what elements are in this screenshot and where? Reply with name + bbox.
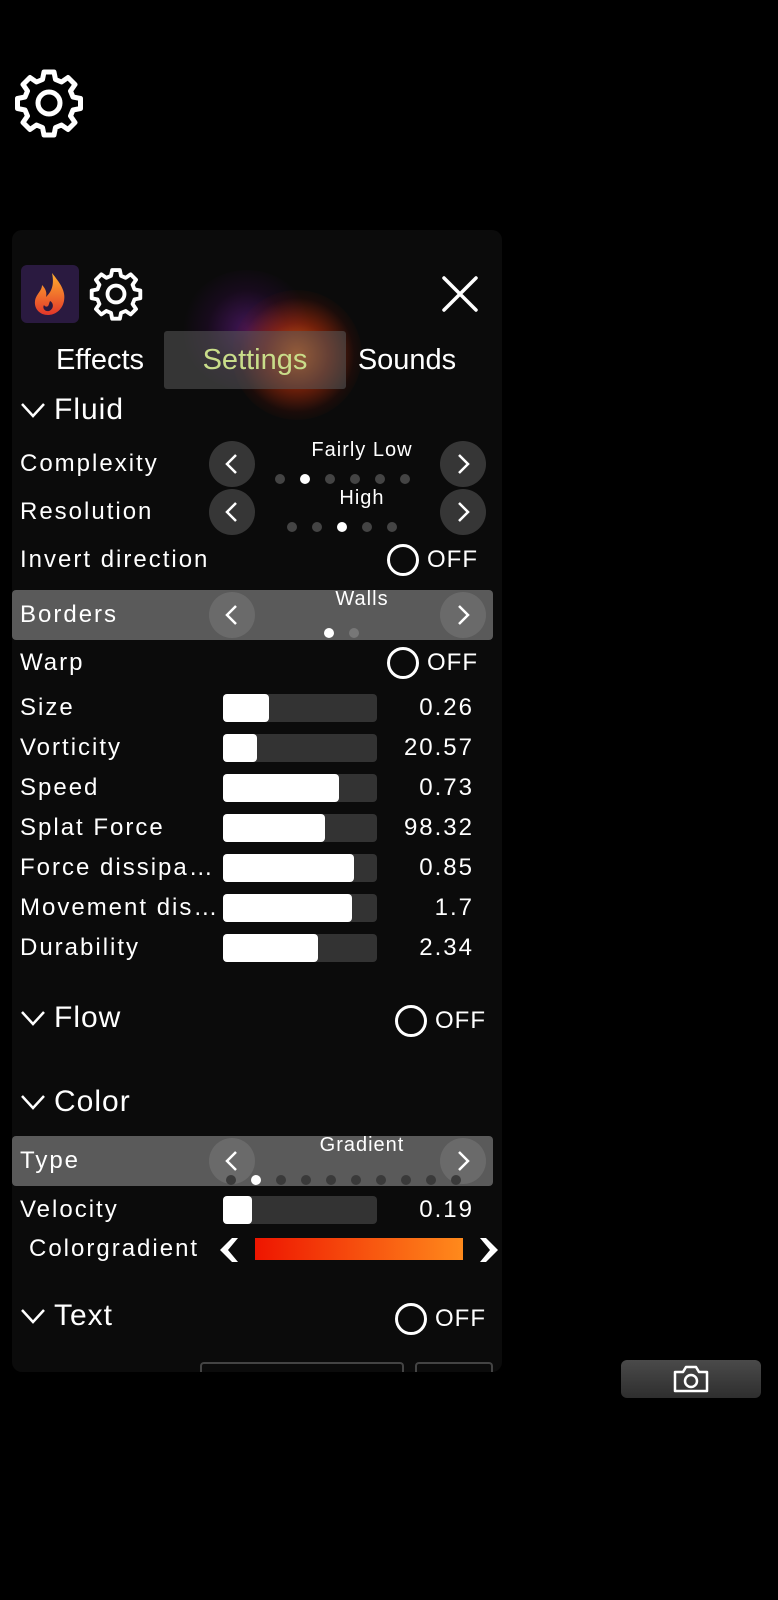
chevron-down-icon [21, 1095, 45, 1110]
velocity-value: 0.19 [419, 1196, 474, 1223]
complexity-label: Complexity [20, 450, 159, 477]
chevron-down-icon [21, 1309, 45, 1324]
velocity-fill [223, 1196, 253, 1224]
resolution-prev-button[interactable] [209, 489, 255, 535]
borders-next-button[interactable] [440, 592, 486, 638]
slider-fill [223, 774, 339, 802]
resolution-next-button[interactable] [440, 489, 486, 535]
resolution-dots [287, 522, 397, 532]
section-color-title: Color [54, 1085, 131, 1118]
section-text-header[interactable]: Text [20, 1296, 113, 1336]
complexity-value: Fairly Low [311, 439, 413, 461]
slider-value: 2.34 [419, 934, 474, 961]
borders-label: Borders [20, 601, 119, 628]
text-button-stub[interactable] [415, 1362, 493, 1372]
chevron-left-icon [225, 454, 237, 474]
toggle-ring-icon [395, 1005, 427, 1037]
chevron-down-icon [21, 1011, 45, 1026]
tab-sounds[interactable]: Sounds [347, 331, 467, 389]
slider-fill [223, 734, 257, 762]
section-text-title: Text [54, 1299, 114, 1332]
flow-state: OFF [435, 1007, 486, 1034]
toggle-ring-icon [395, 1303, 427, 1335]
camera-icon [673, 1365, 709, 1393]
complexity-row: Complexity Fairly Low [12, 439, 502, 487]
complexity-next-button[interactable] [440, 441, 486, 487]
settings-panel: Effects Settings Sounds Fluid Complexity… [12, 230, 502, 1372]
gradient-next-icon[interactable] [476, 1236, 502, 1264]
section-flow-title: Flow [54, 1001, 122, 1034]
resolution-row: Resolution High [12, 487, 502, 535]
invert-direction-state: OFF [427, 546, 478, 573]
chevron-right-icon [458, 1151, 470, 1171]
slider-track[interactable] [223, 854, 377, 882]
warp-toggle[interactable]: OFF [387, 647, 478, 679]
slider-track[interactable] [223, 774, 377, 802]
section-fluid-header[interactable]: Fluid [20, 390, 124, 430]
colorgradient-label: Colorgradient [29, 1235, 200, 1262]
borders-row: Borders Walls [12, 588, 493, 640]
slider-track[interactable] [223, 694, 377, 722]
color-gradient-bar[interactable] [255, 1238, 463, 1260]
toggle-ring-icon [387, 544, 419, 576]
color-type-dots [226, 1175, 461, 1185]
tab-settings[interactable]: Settings [164, 331, 346, 389]
tab-effects[interactable]: Effects [40, 331, 160, 389]
toggle-ring-icon [387, 647, 419, 679]
chevron-right-icon [458, 605, 470, 625]
slider-label: Durability [20, 934, 141, 961]
chevron-left-icon [225, 502, 237, 522]
complexity-prev-button[interactable] [209, 441, 255, 487]
chevron-left-icon [225, 605, 237, 625]
complexity-dots [275, 474, 410, 484]
invert-direction-toggle[interactable]: OFF [387, 544, 478, 576]
slider-track[interactable] [223, 734, 377, 762]
slider-fill [223, 934, 319, 962]
chevron-right-icon [458, 454, 470, 474]
gear-icon[interactable] [89, 267, 143, 321]
borders-dots [324, 628, 359, 638]
section-flow-header[interactable]: Flow [20, 998, 121, 1038]
gradient-prev-icon[interactable] [216, 1236, 242, 1264]
text-state: OFF [435, 1305, 486, 1332]
app-flame-icon[interactable] [21, 265, 79, 323]
velocity-slider[interactable] [223, 1196, 377, 1224]
resolution-value: High [339, 487, 385, 509]
slider-track[interactable] [223, 934, 377, 962]
warp-label: Warp [20, 649, 85, 676]
slider-fill [223, 694, 270, 722]
slider-track[interactable] [223, 814, 377, 842]
color-type-value: Gradient [319, 1134, 405, 1156]
text-input-stub[interactable] [200, 1362, 404, 1372]
tab-bar: Effects Settings Sounds [12, 331, 502, 389]
settings-gear-icon[interactable] [14, 68, 84, 138]
invert-direction-label: Invert direction [20, 546, 210, 573]
close-icon[interactable] [440, 274, 480, 314]
chevron-left-icon [225, 1151, 237, 1171]
warp-state: OFF [427, 649, 478, 676]
chevron-right-icon [458, 502, 470, 522]
invert-direction-row: Invert direction OFF [12, 537, 502, 583]
borders-value: Walls [335, 588, 389, 610]
slider-track[interactable] [223, 894, 377, 922]
section-color-header[interactable]: Color [20, 1082, 131, 1122]
text-toggle[interactable]: OFF [395, 1303, 486, 1335]
slider-row: Durability 2.34 [12, 925, 502, 971]
section-fluid-title: Fluid [54, 393, 125, 426]
flow-toggle[interactable]: OFF [395, 1005, 486, 1037]
color-type-label: Type [20, 1147, 81, 1174]
chevron-down-icon [21, 403, 45, 418]
slider-fill [223, 854, 354, 882]
resolution-label: Resolution [20, 498, 154, 525]
camera-button[interactable] [621, 1360, 761, 1398]
borders-prev-button[interactable] [209, 592, 255, 638]
slider-fill [223, 894, 353, 922]
slider-fill [223, 814, 325, 842]
warp-row: Warp OFF [12, 640, 502, 686]
